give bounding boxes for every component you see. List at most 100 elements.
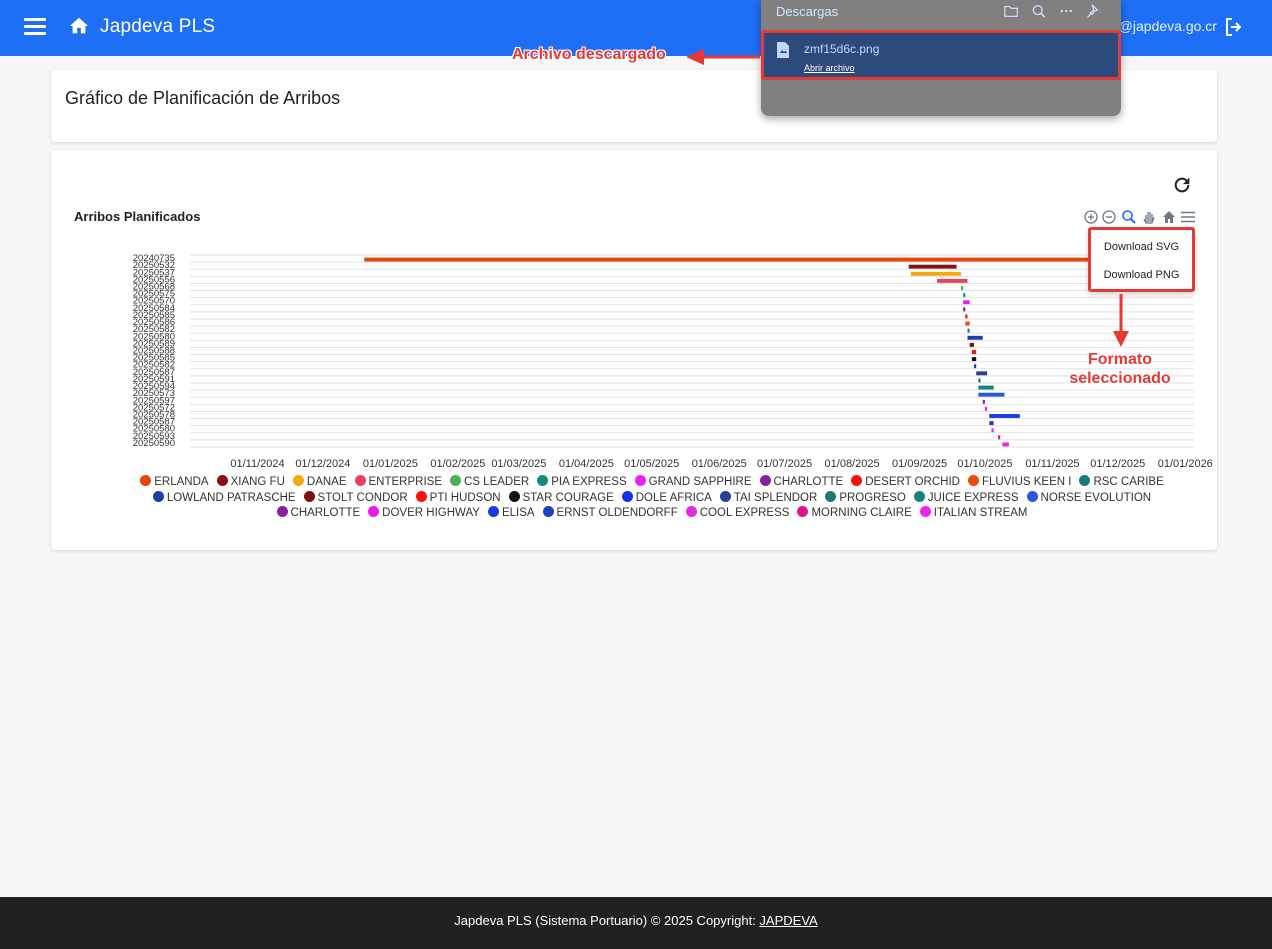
range-bar bbox=[978, 378, 981, 383]
range-bar bbox=[982, 399, 985, 404]
legend-item[interactable]: PROGRESO bbox=[825, 490, 906, 507]
legend-item[interactable]: CHARLOTTE bbox=[759, 475, 843, 491]
home-icon[interactable] bbox=[68, 15, 90, 37]
legend-marker bbox=[685, 506, 697, 517]
file-image-icon[interactable] bbox=[776, 41, 790, 59]
downloads-title: Descargas bbox=[776, 4, 839, 19]
legend-label: NORSE EVOLUTION bbox=[1040, 491, 1152, 504]
x-tick-label: 01/02/2025 bbox=[430, 458, 485, 470]
range-bar bbox=[984, 406, 988, 411]
legend-label: MORNING CLAIRE bbox=[811, 507, 912, 519]
legend-item[interactable]: MORNING CLAIRE bbox=[797, 506, 912, 522]
legend-label: ENTERPRISE bbox=[368, 476, 443, 488]
downloaded-file-item[interactable]: zmf15d6c.png Abrir archivo bbox=[761, 30, 1121, 80]
range-bar bbox=[1002, 442, 1009, 447]
legend-item[interactable]: ITALIAN STREAM bbox=[919, 506, 1027, 522]
range-bar bbox=[937, 278, 968, 283]
legend-item[interactable]: LOWLAND PATRASCHE bbox=[152, 490, 296, 507]
x-tick-label: 01/12/2025 bbox=[1090, 458, 1145, 470]
legend-item[interactable]: XIANG FU bbox=[216, 475, 285, 491]
downloaded-file-name[interactable]: zmf15d6c.png bbox=[804, 42, 879, 56]
range-bar bbox=[969, 342, 975, 347]
legend-item[interactable]: CS LEADER bbox=[450, 475, 529, 491]
legend-marker bbox=[913, 490, 925, 502]
chart-legend: ERLANDA XIANG FU DANAE ENTERPRISE CS LEADER P… bbox=[107, 475, 1197, 522]
legend-item[interactable]: DANAE bbox=[292, 475, 347, 491]
range-bar bbox=[963, 300, 970, 305]
range-bar bbox=[978, 385, 994, 390]
legend-marker bbox=[415, 490, 427, 502]
legend-marker bbox=[919, 506, 931, 517]
pin-icon[interactable] bbox=[1087, 4, 1099, 18]
legend-item[interactable]: RSC CARIBE bbox=[1079, 475, 1164, 491]
range-bar bbox=[989, 421, 994, 426]
x-tick-label: 01/07/2025 bbox=[757, 458, 812, 470]
x-tick-label: 01/01/2026 bbox=[1158, 458, 1213, 470]
legend-marker bbox=[140, 475, 152, 486]
legend-marker bbox=[450, 475, 462, 486]
legend-item[interactable]: DOVER HIGHWAY bbox=[368, 506, 480, 522]
logout-icon[interactable] bbox=[1222, 15, 1246, 39]
legend-item[interactable]: STAR COURAGE bbox=[508, 490, 614, 507]
range-bar bbox=[991, 428, 994, 433]
legend-item[interactable]: DESERT ORCHID bbox=[851, 475, 960, 491]
legend-label: JUICE EXPRESS bbox=[927, 491, 1019, 504]
legend-label: XIANG FU bbox=[230, 476, 285, 488]
x-tick-label: 01/12/2024 bbox=[295, 458, 350, 470]
legend-item[interactable]: ELISA bbox=[487, 506, 535, 522]
legend-item[interactable]: TAI SPLENDOR bbox=[719, 490, 818, 507]
legend-item[interactable]: DOLE AFRICA bbox=[621, 490, 712, 507]
legend-label: LOWLAND PATRASCHE bbox=[166, 491, 296, 504]
range-bar bbox=[965, 314, 968, 319]
legend-marker bbox=[967, 475, 979, 486]
menu-icon[interactable] bbox=[24, 18, 46, 36]
x-tick-label: 01/08/2025 bbox=[825, 458, 880, 470]
legend-label: RSC CARIBE bbox=[1093, 476, 1164, 488]
download-png-option[interactable]: Download PNG bbox=[1091, 261, 1192, 289]
footer-text: Japdeva PLS (Sistema Portuario) © 2025 C… bbox=[454, 913, 760, 928]
legend-item[interactable]: PIA EXPRESS bbox=[537, 475, 627, 491]
annotation-format-line1: Formato bbox=[1088, 351, 1152, 368]
legend-label: CHARLOTTE bbox=[290, 507, 361, 519]
legend-item[interactable]: PTI HUDSON bbox=[415, 490, 501, 507]
legend-marker bbox=[276, 506, 288, 517]
legend-marker bbox=[368, 506, 380, 517]
legend-label: ERLANDA bbox=[154, 476, 209, 488]
legend-item[interactable]: JUICE EXPRESS bbox=[913, 490, 1019, 507]
legend-marker bbox=[759, 475, 771, 486]
legend-label: COOL EXPRESS bbox=[699, 507, 790, 519]
legend-marker bbox=[292, 475, 304, 486]
range-bar bbox=[997, 435, 1001, 440]
legend-marker bbox=[621, 490, 633, 502]
chart-download-menu: Download SVG Download PNG bbox=[1088, 227, 1195, 292]
legend-item[interactable]: CHARLOTTE bbox=[276, 506, 361, 522]
legend-item[interactable]: COOL EXPRESS bbox=[685, 506, 790, 522]
more-icon[interactable] bbox=[1060, 9, 1072, 13]
legend-marker bbox=[537, 475, 549, 486]
folder-icon[interactable] bbox=[1004, 5, 1018, 17]
app-title[interactable]: Japdeva PLS bbox=[100, 16, 215, 38]
legend-item[interactable]: ENTERPRISE bbox=[354, 475, 443, 491]
legend-label: ERNST OLDENDORFF bbox=[556, 507, 678, 519]
legend-label: CS LEADER bbox=[464, 476, 530, 488]
legend-item[interactable]: ERLANDA bbox=[140, 475, 209, 491]
legend-label: PIA EXPRESS bbox=[551, 476, 627, 488]
legend-marker bbox=[825, 490, 837, 502]
legend-item[interactable]: STOLT CONDOR bbox=[303, 490, 408, 507]
open-file-link[interactable]: Abrir archivo bbox=[804, 63, 855, 73]
legend-item[interactable]: FLUVIUS KEEN I bbox=[967, 475, 1071, 491]
download-svg-option[interactable]: Download SVG bbox=[1091, 233, 1192, 261]
legend-item[interactable]: ERNST OLDENDORFF bbox=[542, 506, 678, 522]
legend-label: TAI SPLENDOR bbox=[733, 491, 818, 504]
legend-label: PTI HUDSON bbox=[429, 491, 501, 504]
range-bar bbox=[967, 335, 983, 340]
legend-label: DOLE AFRICA bbox=[635, 491, 712, 504]
footer-link[interactable]: JAPDEVA bbox=[759, 913, 817, 928]
search-icon[interactable] bbox=[1032, 5, 1046, 18]
legend-marker bbox=[542, 506, 554, 517]
legend-item[interactable]: NORSE EVOLUTION bbox=[1026, 490, 1152, 507]
range-bar bbox=[364, 257, 1160, 262]
range-bar bbox=[908, 264, 957, 269]
legend-item[interactable]: GRAND SAPPHIRE bbox=[634, 475, 752, 491]
x-tick-label: 01/03/2025 bbox=[491, 458, 546, 470]
